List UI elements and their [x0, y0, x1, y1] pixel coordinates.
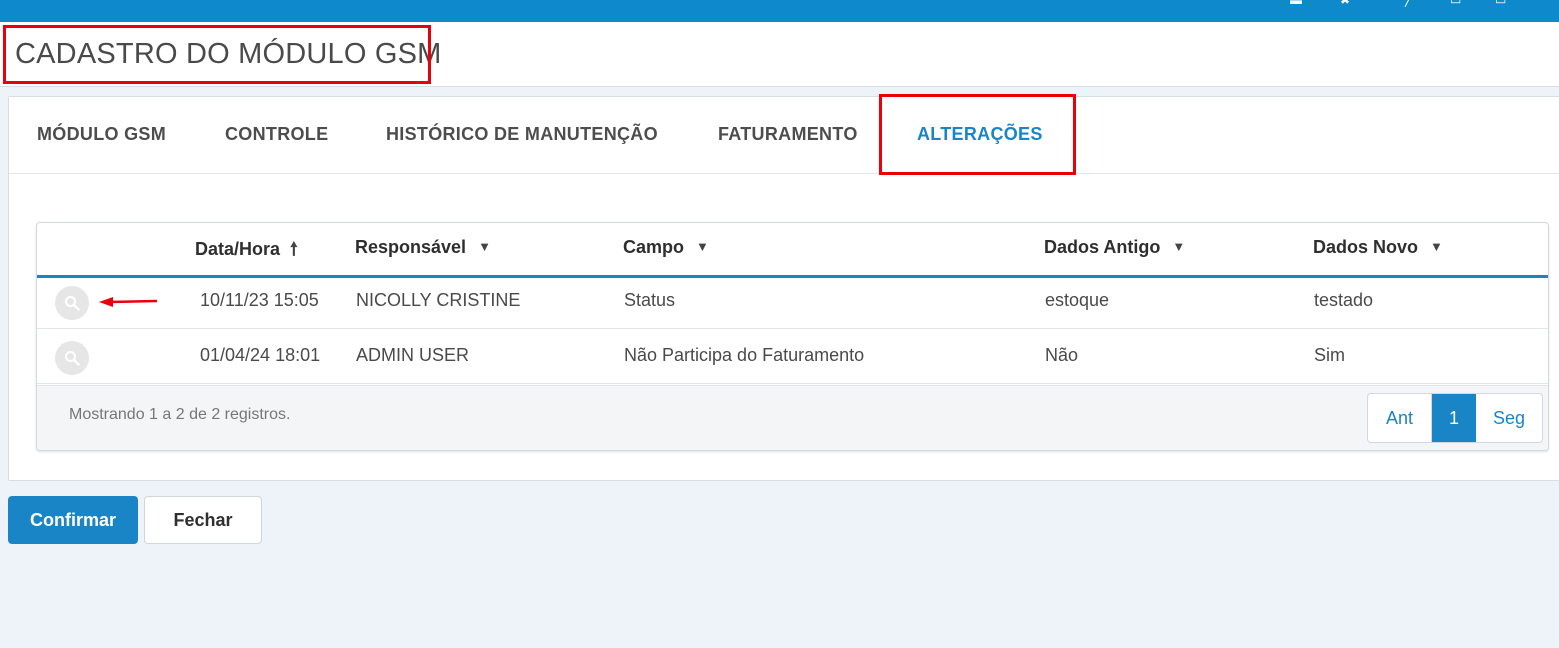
top-nav-bar: ▬ ✖ ╱ ▭ ▭	[0, 0, 1559, 22]
tab-bar: MÓDULO GSM CONTROLE HISTÓRICO DE MANUTEN…	[9, 97, 1559, 174]
sort-ascending-icon: 🠕	[290, 239, 298, 259]
column-header-dados-novo[interactable]: Dados Novo ▼	[1313, 237, 1443, 258]
table-header: Data/Hora 🠕 Responsável ▼ Campo ▼ Dados Ant…	[37, 223, 1548, 278]
search-icon	[65, 296, 80, 311]
cell-dados-novo: testado	[1314, 290, 1374, 310]
cell-responsavel: NICOLLY CRISTINE	[356, 290, 521, 310]
user-icon[interactable]: ▭	[1450, 0, 1461, 6]
cell-data-hora: 01/04/24 18:01	[200, 345, 321, 365]
sort-dropdown-icon: ▼	[1430, 239, 1443, 254]
cell-dados-antigo: Não	[1045, 345, 1079, 365]
star-icon[interactable]: ✖	[1340, 0, 1350, 6]
cell-dados-antigo: estoque	[1045, 290, 1110, 310]
view-details-button[interactable]	[55, 286, 89, 320]
sort-dropdown-icon: ▼	[478, 239, 491, 254]
column-header-campo[interactable]: Campo ▼	[623, 237, 709, 258]
sort-dropdown-icon: ▼	[1172, 239, 1186, 254]
cell-responsavel: ADMIN USER	[356, 345, 470, 365]
tab-modulo-gsm[interactable]: MÓDULO GSM	[37, 124, 166, 145]
records-info: Mostrando 1 a 2 de 2 registros.	[69, 406, 291, 423]
page-header: CADASTRO DO MÓDULO GSM	[0, 22, 1559, 87]
changes-table: Data/Hora 🠕 Responsável ▼ Campo ▼ Dados Ant…	[36, 222, 1549, 451]
column-header-responsavel[interactable]: Responsável ▼	[355, 237, 491, 258]
tab-alteracoes[interactable]: ALTERAÇÕES	[917, 124, 1043, 145]
view-details-button[interactable]	[55, 341, 89, 375]
bell-icon[interactable]: ╱	[1405, 0, 1412, 6]
column-header-data-hora[interactable]: Data/Hora 🠕	[195, 237, 298, 267]
sort-dropdown-icon: ▼	[696, 239, 709, 254]
column-header-dados-antigo[interactable]: Dados Antigo ▼	[1044, 237, 1185, 258]
tab-controle[interactable]: CONTROLE	[225, 124, 328, 145]
page-title: CADASTRO DO MÓDULO GSM	[15, 38, 442, 70]
main-panel: MÓDULO GSM CONTROLE HISTÓRICO DE MANUTEN…	[8, 96, 1559, 481]
tab-historico-manutencao[interactable]: HISTÓRICO DE MANUTENÇÃO	[386, 124, 658, 145]
table-footer: Mostrando 1 a 2 de 2 registros. Ant 1 Se…	[37, 385, 1548, 450]
search-icon	[65, 351, 80, 366]
cell-campo: Status	[624, 290, 676, 310]
tab-faturamento[interactable]: FATURAMENTO	[718, 124, 858, 145]
list-icon[interactable]: ▬	[1290, 0, 1302, 6]
close-button[interactable]: Fechar	[144, 496, 262, 544]
pagination-page-1[interactable]: 1	[1432, 394, 1476, 442]
red-arrow-annotation	[99, 297, 158, 307]
menu-icon[interactable]: ▭	[1495, 0, 1506, 6]
cell-data-hora: 10/11/23 15:05	[200, 290, 319, 310]
cell-dados-novo: Sim	[1314, 345, 1345, 365]
pagination: Ant 1 Seg	[1367, 393, 1543, 443]
pagination-next-button[interactable]: Seg	[1476, 394, 1542, 442]
confirm-button[interactable]: Confirmar	[8, 496, 138, 544]
pagination-prev-button[interactable]: Ant	[1368, 394, 1432, 442]
table-row: 01/04/24 18:01 ADMIN USER Não Participa …	[37, 330, 1548, 384]
cell-campo: Não Participa do Faturamento	[624, 345, 865, 365]
table-row: 10/11/23 15:05 NICOLLY CRISTINE Status e…	[37, 275, 1548, 329]
